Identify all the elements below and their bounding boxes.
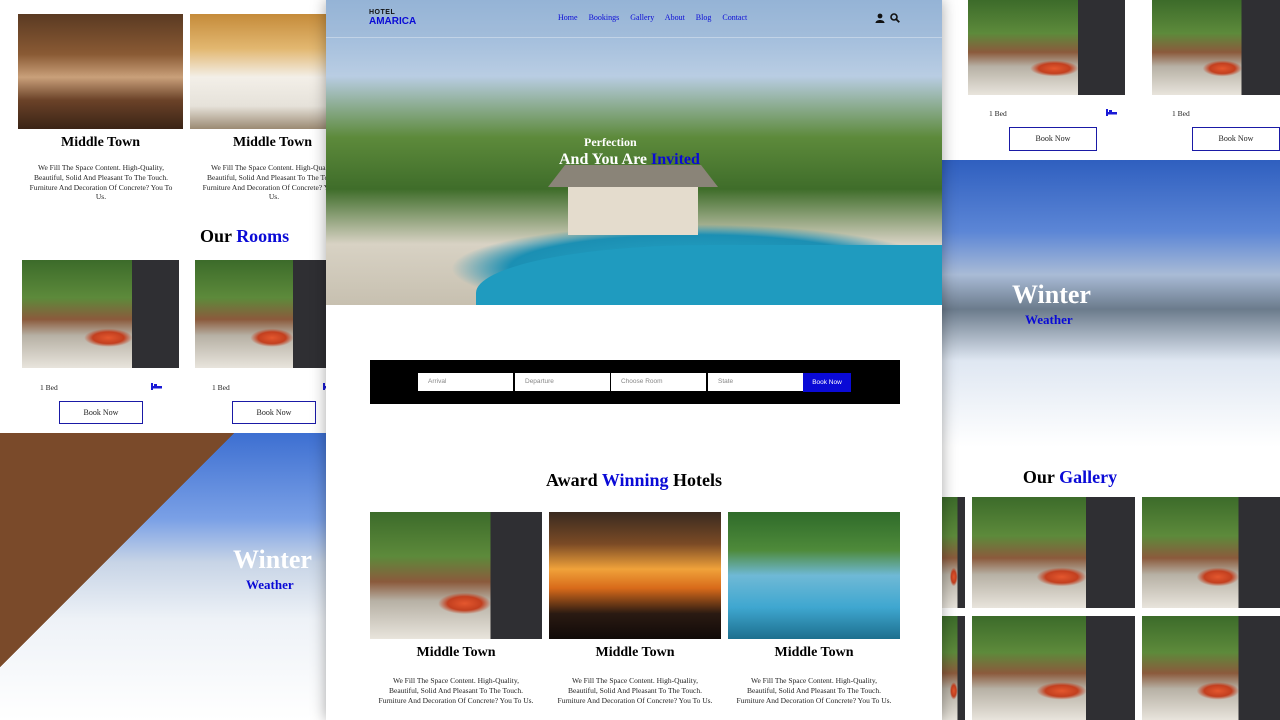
main-page: HOTEL AMARICA Home Bookings Gallery Abou… — [326, 0, 942, 720]
winter-subtitle: Weather — [1025, 312, 1073, 327]
book-now-button[interactable]: Book Now — [232, 401, 316, 424]
winter-title: Winter — [233, 545, 312, 574]
gallery-photo[interactable] — [972, 616, 1135, 720]
departure-field[interactable]: Departure — [515, 373, 610, 391]
bed-icon — [1106, 109, 1117, 116]
hotel-description: We Fill The Space Content. High-Quality,… — [557, 676, 713, 705]
right-page-preview: 1 Bed 1 Bed Book Now Book Now Winter Wea… — [940, 0, 1280, 720]
hotel-photo[interactable] — [549, 512, 721, 639]
nav-home[interactable]: Home — [558, 13, 578, 22]
hotel-title: Middle Town — [774, 645, 854, 660]
arrival-field[interactable]: Arrival — [418, 373, 513, 391]
award-title-word: Hotels — [673, 470, 723, 490]
navbar: HOTEL AMARICA Home Bookings Gallery Abou… — [326, 0, 942, 38]
nav-contact[interactable]: Contact — [722, 13, 747, 22]
winter-title: Winter — [1012, 280, 1091, 309]
hero-title: And You Are Invited — [559, 151, 700, 169]
bed-count: 1 Bed — [989, 109, 1007, 118]
brand-top: HOTEL — [369, 9, 396, 16]
hotel-description: We Fill The Space Content. High-Quality,… — [736, 676, 892, 705]
book-now-button[interactable]: Book Now — [1009, 127, 1097, 151]
nav-about[interactable]: About — [665, 13, 685, 22]
card-description: We Fill The Space Content. High-Quality,… — [29, 163, 173, 202]
winter-subtitle: Weather — [246, 577, 294, 592]
gallery-title-accent: Gallery — [1059, 467, 1118, 487]
hero-title-text: And You Are — [559, 151, 648, 168]
room-photo — [1152, 0, 1280, 95]
gallery-photo[interactable] — [1142, 616, 1280, 720]
bed-count: 1 Bed — [40, 383, 58, 392]
choose-room-field[interactable]: Choose Room — [611, 373, 706, 391]
hero-subtitle: Perfection — [584, 135, 637, 149]
nav-bookings[interactable]: Bookings — [589, 13, 620, 22]
cabana — [548, 165, 718, 235]
brand-main: AMARICA — [369, 16, 417, 27]
card-title: Middle Town — [233, 135, 312, 150]
card-description: We Fill The Space Content. High-Quality,… — [202, 163, 330, 202]
booking-bar: Arrival Departure Choose Room State Book… — [370, 360, 900, 404]
gallery-photo[interactable] — [1142, 497, 1280, 608]
gallery-photo[interactable] — [940, 616, 965, 720]
room-photo — [195, 260, 330, 368]
pool-shape — [476, 245, 942, 305]
room-photo — [190, 14, 330, 129]
bed-count: 1 Bed — [212, 383, 230, 392]
bed-icon — [151, 383, 162, 390]
user-icon[interactable] — [875, 13, 885, 23]
room-photo — [18, 14, 183, 129]
hotel-title: Middle Town — [416, 645, 496, 660]
hotel-photo[interactable] — [728, 512, 900, 639]
state-field[interactable]: State — [708, 373, 803, 391]
award-section-title: Award Winning Hotels — [326, 470, 942, 491]
gallery-section-title: Our Gallery — [980, 467, 1160, 488]
gallery-photo[interactable] — [940, 497, 965, 608]
card-title: Middle Town — [61, 135, 140, 150]
rooms-title-accent: Rooms — [236, 226, 290, 246]
book-now-button[interactable]: Book Now — [803, 373, 851, 392]
brand-logo[interactable]: HOTEL AMARICA — [369, 9, 416, 27]
book-now-button[interactable]: Book Now — [59, 401, 143, 424]
winter-banner: Winter Weather — [0, 433, 330, 720]
bed-count: 1 Bed — [1172, 109, 1190, 118]
nav-links: Home Bookings Gallery About Blog Contact — [558, 13, 747, 22]
hotel-description: We Fill The Space Content. High-Quality,… — [378, 676, 534, 705]
gallery-title-word: Our — [1022, 467, 1055, 487]
winter-banner: Winter Weather — [940, 160, 1280, 447]
nav-blog[interactable]: Blog — [696, 13, 712, 22]
search-icon[interactable] — [890, 13, 900, 23]
nav-gallery[interactable]: Gallery — [630, 13, 654, 22]
rooms-title-word: Our — [200, 226, 232, 246]
hero-title-accent: Invited — [651, 151, 700, 168]
hotel-photo[interactable] — [370, 512, 542, 639]
room-photo — [22, 260, 179, 368]
gallery-photo[interactable] — [972, 497, 1135, 608]
award-title-accent: Winning — [601, 470, 669, 490]
room-photo — [968, 0, 1125, 95]
award-title-word: Award — [545, 470, 598, 490]
book-now-button[interactable]: Book Now — [1192, 127, 1280, 151]
rooms-section-title: Our Rooms — [200, 226, 330, 247]
hotel-title: Middle Town — [595, 645, 675, 660]
left-page-preview: Middle Town Middle Town We Fill The Spac… — [0, 0, 330, 720]
